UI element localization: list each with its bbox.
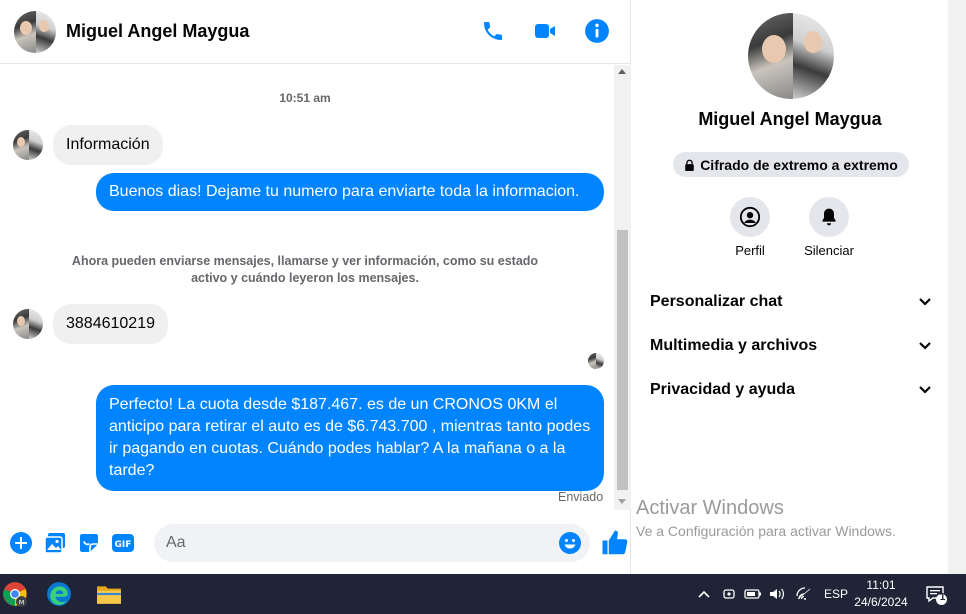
section-customize-chat[interactable]: Personalizar chat <box>650 284 932 320</box>
wifi-icon[interactable] <box>796 587 812 601</box>
info-contact-name: Miguel Angel Maygua <box>698 109 882 129</box>
notification-count: 1 <box>939 592 946 603</box>
watermark-title: Activar Windows <box>636 497 784 519</box>
battery-icon[interactable] <box>744 587 762 601</box>
chat-scrollbar[interactable] <box>614 65 631 510</box>
message-row: 3884610219 <box>13 304 168 344</box>
taskbar-clock[interactable]: 11:01 24/6/2024 <box>852 577 910 611</box>
chat-header: Miguel Angel Maygua <box>0 0 631 64</box>
message-input-wrapper <box>154 524 590 562</box>
scroll-up-icon[interactable] <box>618 69 626 74</box>
contact-name[interactable]: Miguel Angel Maygua <box>66 21 249 42</box>
chevron-up-icon[interactable] <box>697 589 711 599</box>
message-row: Información <box>13 125 163 165</box>
notification-center[interactable]: 1 <box>924 574 948 614</box>
meet-now-icon[interactable] <box>722 586 736 602</box>
encryption-badge[interactable]: Cifrado de extremo a extremo <box>673 152 909 177</box>
scroll-down-icon[interactable] <box>618 499 626 504</box>
mute-button[interactable] <box>809 197 849 237</box>
system-notice-line: activo y cuándo leyeron los mensajes. <box>191 271 419 285</box>
video-call-icon[interactable] <box>531 17 559 45</box>
section-privacy-help[interactable]: Privacidad y ayuda <box>650 372 932 408</box>
chat-panel: Miguel Angel Maygua 10:51 am Información… <box>0 0 631 574</box>
timestamp-separator: 10:51 am <box>279 91 331 105</box>
info-avatar[interactable] <box>748 13 834 99</box>
sticker-icon[interactable] <box>76 530 102 556</box>
chrome-app-icon[interactable]: M <box>0 579 30 609</box>
section-label: Privacidad y ayuda <box>650 381 795 398</box>
app-window: Miguel Angel Maygua 10:51 am Información… <box>0 0 966 614</box>
windows-taskbar: M ESP 11:01 24/6/2024 1 <box>0 574 966 614</box>
profile-button[interactable] <box>730 197 770 237</box>
mute-label: Silenciar <box>804 243 854 258</box>
section-label: Multimedia y archivos <box>650 337 818 354</box>
bell-icon <box>822 208 836 226</box>
phone-icon[interactable] <box>479 17 507 45</box>
gif-icon[interactable]: GIF <box>110 530 136 556</box>
conversation-info-panel: Miguel Angel Maygua Cifrado de extremo a… <box>632 0 948 574</box>
svg-text:GIF: GIF <box>115 540 132 550</box>
chevron-down-icon <box>919 298 931 306</box>
info-icon[interactable] <box>583 17 611 45</box>
plus-circle-icon[interactable] <box>8 530 34 556</box>
section-label: Personalizar chat <box>650 293 783 310</box>
message-list[interactable]: 10:51 am Información Buenos dias! Dejame… <box>0 65 614 510</box>
svg-text:M: M <box>19 598 25 606</box>
composer: GIF <box>0 512 631 574</box>
info-scrollbar[interactable] <box>948 0 966 574</box>
system-tray <box>697 574 711 614</box>
windows-activation-watermark: Activar Windows Ve a Configuración para … <box>636 497 896 539</box>
system-notice: Ahora pueden enviarse mensajes, llamarse… <box>0 253 610 287</box>
photo-icon[interactable] <box>42 530 68 556</box>
encryption-label: Cifrado de extremo a extremo <box>700 156 898 173</box>
contact-avatar[interactable] <box>14 10 56 53</box>
clock-date: 24/6/2024 <box>854 595 908 609</box>
volume-icon[interactable] <box>768 587 786 601</box>
received-message[interactable]: 3884610219 <box>53 304 168 344</box>
section-media-files[interactable]: Multimedia y archivos <box>650 328 932 364</box>
watermark-subtitle: Ve a Configuración para activar Windows. <box>636 523 896 539</box>
chevron-down-icon <box>919 386 931 394</box>
sender-avatar <box>13 130 43 160</box>
tray-icons: ESP <box>722 574 848 614</box>
message-input[interactable] <box>166 534 546 552</box>
header-actions <box>479 17 611 45</box>
sent-message[interactable]: Buenos dias! Dejame tu numero para envia… <box>96 173 604 211</box>
sender-avatar <box>13 309 43 339</box>
file-explorer-icon[interactable] <box>94 579 124 609</box>
chevron-down-icon <box>919 342 931 350</box>
edge-app-icon[interactable] <box>44 579 74 609</box>
sent-message[interactable]: Perfecto! La cuota desde $187.467. es de… <box>96 385 604 491</box>
system-notice-line: Ahora pueden enviarse mensajes, llamarse… <box>71 254 539 268</box>
thumbs-up-icon[interactable] <box>600 528 630 558</box>
lock-icon <box>685 159 694 171</box>
seen-receipt-avatar <box>588 353 604 369</box>
profile-label: Perfil <box>735 243 765 258</box>
scroll-thumb[interactable] <box>617 230 628 490</box>
language-indicator[interactable]: ESP <box>824 587 848 601</box>
received-message[interactable]: Información <box>53 125 163 165</box>
sent-status: Enviado <box>558 490 604 504</box>
user-circle-icon <box>739 206 761 228</box>
emoji-icon[interactable] <box>558 531 582 555</box>
clock-time: 11:01 <box>866 578 896 592</box>
